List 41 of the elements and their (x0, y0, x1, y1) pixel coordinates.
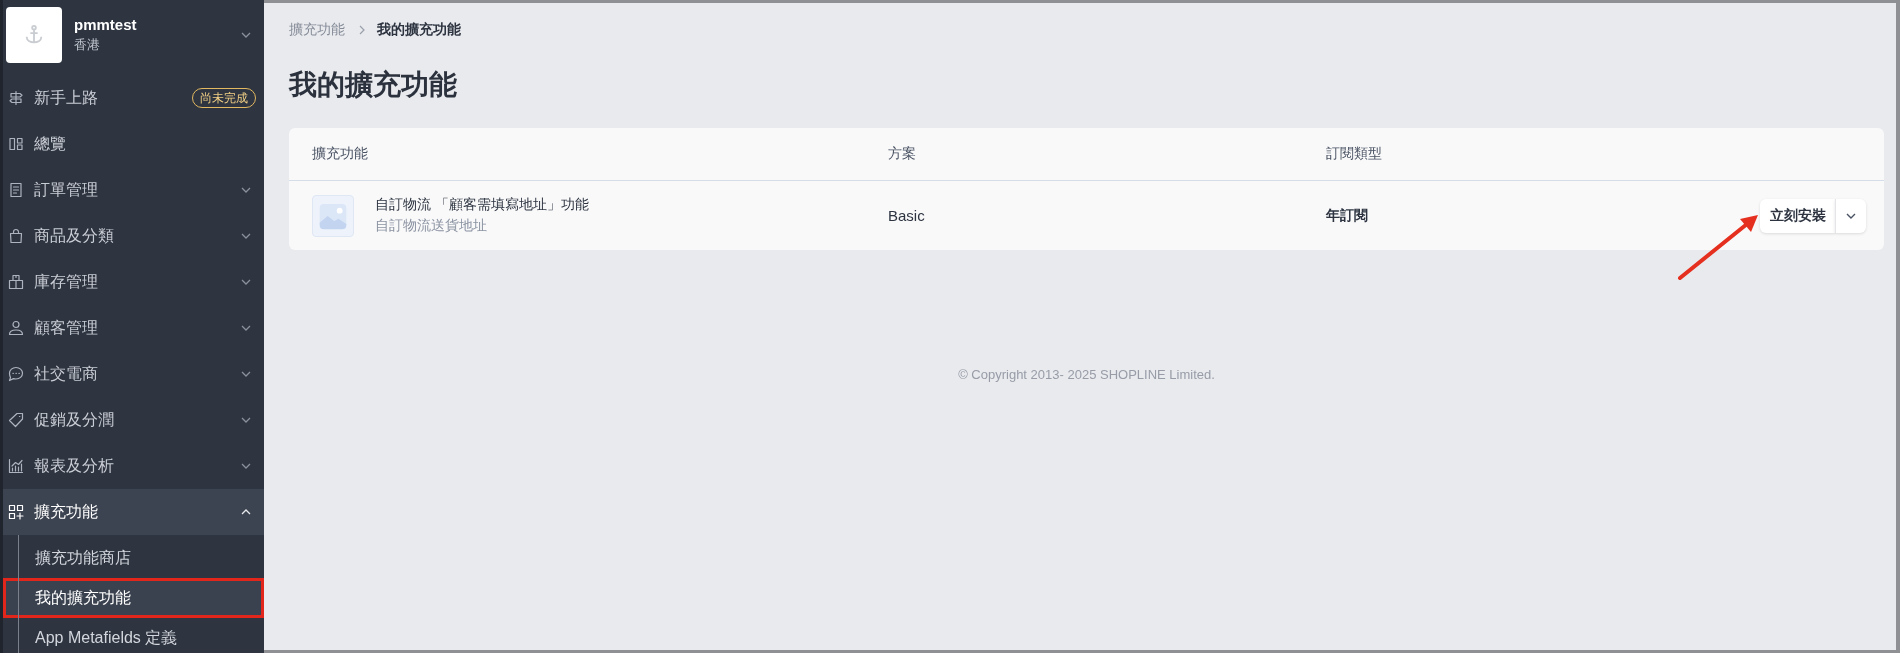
chevron-down-icon[interactable] (241, 32, 251, 38)
page-title: 我的擴充功能 (289, 68, 457, 102)
sidebar-item[interactable]: 擴充功能 (3, 489, 264, 535)
install-button[interactable]: 立刻安裝 (1760, 198, 1835, 233)
column-header: 擴充功能 (312, 145, 368, 163)
sidebar-item[interactable]: 社交電商 (3, 351, 264, 397)
store-name: pmmtest (74, 16, 137, 33)
image-icon (312, 194, 354, 237)
plan-name: Basic (888, 207, 925, 224)
chevron-down-icon (1846, 212, 1856, 219)
tag-icon (8, 412, 24, 428)
document-icon (8, 182, 24, 198)
boxes-icon (8, 274, 24, 290)
chart-icon (8, 458, 24, 474)
sidebar-item[interactable]: 庫存管理 (3, 259, 264, 305)
copyright-text: © Copyright 2013- 2025 SHOPLINE Limited. (958, 367, 1215, 382)
layout-icon (8, 136, 24, 152)
logo-placeholder (6, 7, 62, 63)
chevron-right-icon (359, 25, 365, 35)
column-header: 訂閱類型 (1326, 145, 1382, 163)
sidebar-item[interactable]: 顧客管理 (3, 305, 264, 351)
extension-name: 自訂物流 「顧客需填寫地址」功能 (375, 196, 589, 214)
sidebar-item[interactable]: 商品及分類 (3, 213, 264, 259)
extension-description: 自訂物流送貨地址 (375, 217, 487, 235)
person-icon (8, 320, 24, 336)
sidebar-subitem[interactable]: 我的擴充功能 (3, 578, 264, 618)
subscription-type: 年訂閱 (1326, 206, 1368, 225)
sidebar-item[interactable]: 報表及分析 (3, 443, 264, 489)
chat-icon (8, 366, 24, 382)
bag-icon (8, 228, 24, 244)
sidebar-item[interactable]: 總覽 (3, 121, 264, 167)
store-region: 香港 (74, 36, 100, 54)
breadcrumb-item: 我的擴充功能 (377, 21, 461, 39)
sidebar-item[interactable]: 新手上路 尚未完成 (3, 75, 264, 121)
sidebar-subitem[interactable]: App Metafields 定義 (3, 618, 264, 653)
apps-icon (8, 504, 24, 520)
sidebar-item[interactable]: 促銷及分潤 (3, 397, 264, 443)
sidebar-subitem[interactable]: 擴充功能商店 (3, 538, 264, 578)
signpost-icon (8, 90, 24, 106)
column-header: 方案 (888, 145, 916, 163)
sidebar-item[interactable]: 訂單管理 (3, 167, 264, 213)
